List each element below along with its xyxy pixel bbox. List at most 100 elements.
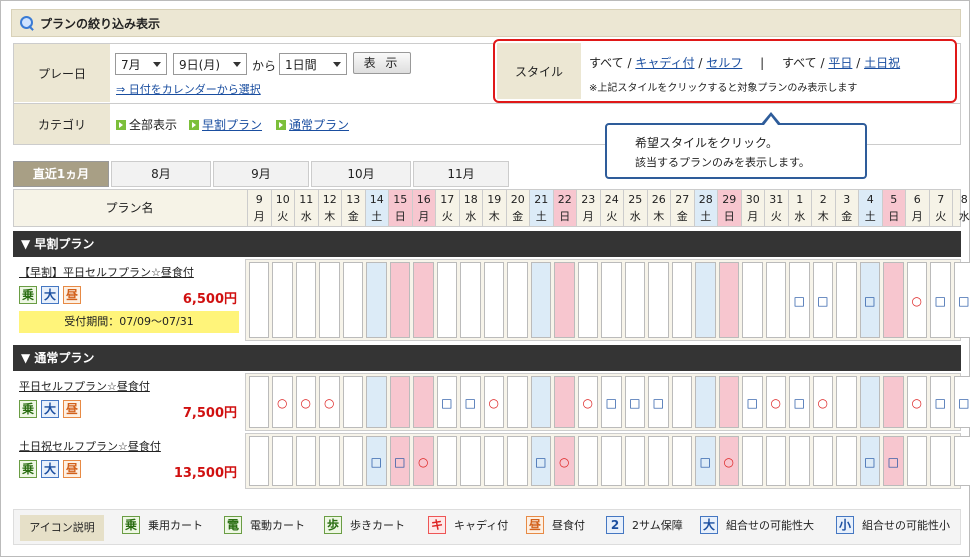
availability-cell[interactable]: □ <box>530 436 551 486</box>
legend-item: キキャディ付 <box>428 516 508 534</box>
availability-cell[interactable]: ○ <box>554 436 575 486</box>
availability-cell[interactable]: □ <box>953 376 970 428</box>
availability-cell <box>648 436 669 486</box>
tab-oct[interactable]: 10月 <box>311 161 411 187</box>
day-weekday: 金 <box>676 210 688 223</box>
tab-aug[interactable]: 8月 <box>111 161 211 187</box>
day-header: 12 木 <box>317 190 342 226</box>
legend-icon: キ <box>428 516 446 534</box>
day-weekday: 月 <box>418 210 430 223</box>
day-select[interactable]: 9日(月) <box>173 53 247 75</box>
tab-sep[interactable]: 9月 <box>213 161 309 187</box>
icon-legend: アイコン説明 乗乗用カート電電動カート歩歩きカートキキャディ付昼昼食付 2 2サム保… <box>13 509 961 545</box>
arrow-bullet-icon <box>189 120 199 130</box>
day-number: 7 <box>937 193 945 206</box>
availability-cell[interactable]: □ <box>883 436 904 486</box>
legend-text: 組合せの可能性小 <box>862 519 950 532</box>
day-header: 15 日 <box>388 190 412 226</box>
span-select[interactable]: 1日間 <box>279 53 347 75</box>
category-normal[interactable]: 通常プラン <box>276 116 349 133</box>
availability-cell[interactable]: □ <box>742 376 763 428</box>
legend-label: アイコン説明 <box>20 515 104 541</box>
day-weekday: 火 <box>277 210 289 223</box>
tab-recent[interactable]: 直近1ヵ月 <box>13 161 109 187</box>
day-weekday: 月 <box>911 210 923 223</box>
availability-cell <box>836 436 857 486</box>
availability-cell[interactable]: □ <box>695 436 716 486</box>
availability-cell <box>812 436 833 486</box>
availability-cell[interactable]: □ <box>930 376 951 428</box>
availability-cell[interactable]: □ <box>930 262 951 338</box>
day-number: 21 <box>534 193 549 206</box>
availability-cell[interactable]: ○ <box>765 376 786 428</box>
day-weekday: 日 <box>394 210 406 223</box>
day-weekday: 土 <box>700 210 712 223</box>
legend-text: キャディ付 <box>454 519 509 532</box>
legend-icon: 歩 <box>324 516 342 534</box>
availability-cell[interactable]: □ <box>624 376 645 428</box>
availability-cell <box>906 436 927 486</box>
availability-cell[interactable]: □ <box>460 376 481 428</box>
style-all2-link[interactable]: すべて <box>782 56 817 70</box>
availability-cell <box>883 376 904 428</box>
day-weekday: 火 <box>935 210 947 223</box>
day-number: 4 <box>866 193 874 206</box>
calendar-link[interactable]: ⇒ 日付をカレンダーから選択 <box>116 81 261 97</box>
month-select[interactable]: 7月 <box>115 53 167 75</box>
availability-cell[interactable]: □ <box>601 376 622 428</box>
day-number: 25 <box>628 193 643 206</box>
availability-cell[interactable]: □ <box>436 376 457 428</box>
plan-name-link[interactable]: 土日祝セルフプラン☆昼食付 <box>19 438 161 454</box>
availability-cell[interactable]: ○ <box>906 376 927 428</box>
tooltip-title: 希望スタイルをクリック。 <box>635 136 779 150</box>
day-weekday: 月 <box>253 210 265 223</box>
day-header: 28 土 <box>693 190 717 226</box>
day-weekday: 水 <box>958 210 970 223</box>
availability-cell[interactable]: ○ <box>319 376 340 428</box>
day-number: 9 <box>255 193 263 206</box>
availability-cell[interactable]: □ <box>789 376 810 428</box>
day-weekday: 木 <box>488 210 500 223</box>
availability-cell <box>248 436 269 486</box>
legend-item: 電電動カート <box>224 516 305 534</box>
availability-cell[interactable]: □ <box>859 262 880 338</box>
availability-cell[interactable]: □ <box>366 436 387 486</box>
availability-cell[interactable]: □ <box>859 436 880 486</box>
style-weekday-link[interactable]: 平日 <box>828 56 852 70</box>
availability-cell[interactable]: □ <box>953 262 970 338</box>
availability-cell[interactable]: □ <box>389 436 410 486</box>
availability-cell[interactable]: ○ <box>906 262 927 338</box>
availability-cell <box>272 262 293 338</box>
show-button[interactable]: 表 示 <box>353 52 411 74</box>
day-weekday: 水 <box>629 210 641 223</box>
day-number: 12 <box>322 193 337 206</box>
style-holiday-link[interactable]: 土日祝 <box>864 56 900 70</box>
day-weekday: 日 <box>723 210 735 223</box>
availability-cell <box>295 436 316 486</box>
availability-cell[interactable]: ○ <box>577 376 598 428</box>
availability-cell <box>248 262 269 338</box>
style-caddy-link[interactable]: キャディ付 <box>635 56 694 70</box>
tab-nov[interactable]: 11月 <box>413 161 509 187</box>
availability-cell <box>695 376 716 428</box>
plan-name-link[interactable]: 【早割】平日セルフプラン☆昼食付 <box>19 264 194 280</box>
style-all-link[interactable]: すべて <box>589 56 624 70</box>
availability-cell[interactable]: □ <box>812 262 833 338</box>
availability-cell[interactable]: ○ <box>483 376 504 428</box>
day-header: 22 日 <box>552 190 576 226</box>
availability-cell[interactable]: ○ <box>718 436 739 486</box>
availability-cell <box>671 376 692 428</box>
legend-item: 昼昼食付 <box>526 516 585 534</box>
availability-cell <box>413 262 434 338</box>
day-header: 2木 <box>811 190 835 226</box>
category-all[interactable]: 全部表示 <box>116 116 177 133</box>
category-early[interactable]: 早割プラン <box>189 116 262 133</box>
availability-cell[interactable]: ○ <box>413 436 434 486</box>
availability-cell[interactable]: ○ <box>272 376 293 428</box>
availability-cell[interactable]: □ <box>789 262 810 338</box>
availability-cell[interactable]: ○ <box>295 376 316 428</box>
availability-cell[interactable]: ○ <box>812 376 833 428</box>
availability-cell[interactable]: □ <box>648 376 669 428</box>
style-self-link[interactable]: セルフ <box>706 56 742 70</box>
plan-name-link[interactable]: 平日セルフプラン☆昼食付 <box>19 378 150 394</box>
